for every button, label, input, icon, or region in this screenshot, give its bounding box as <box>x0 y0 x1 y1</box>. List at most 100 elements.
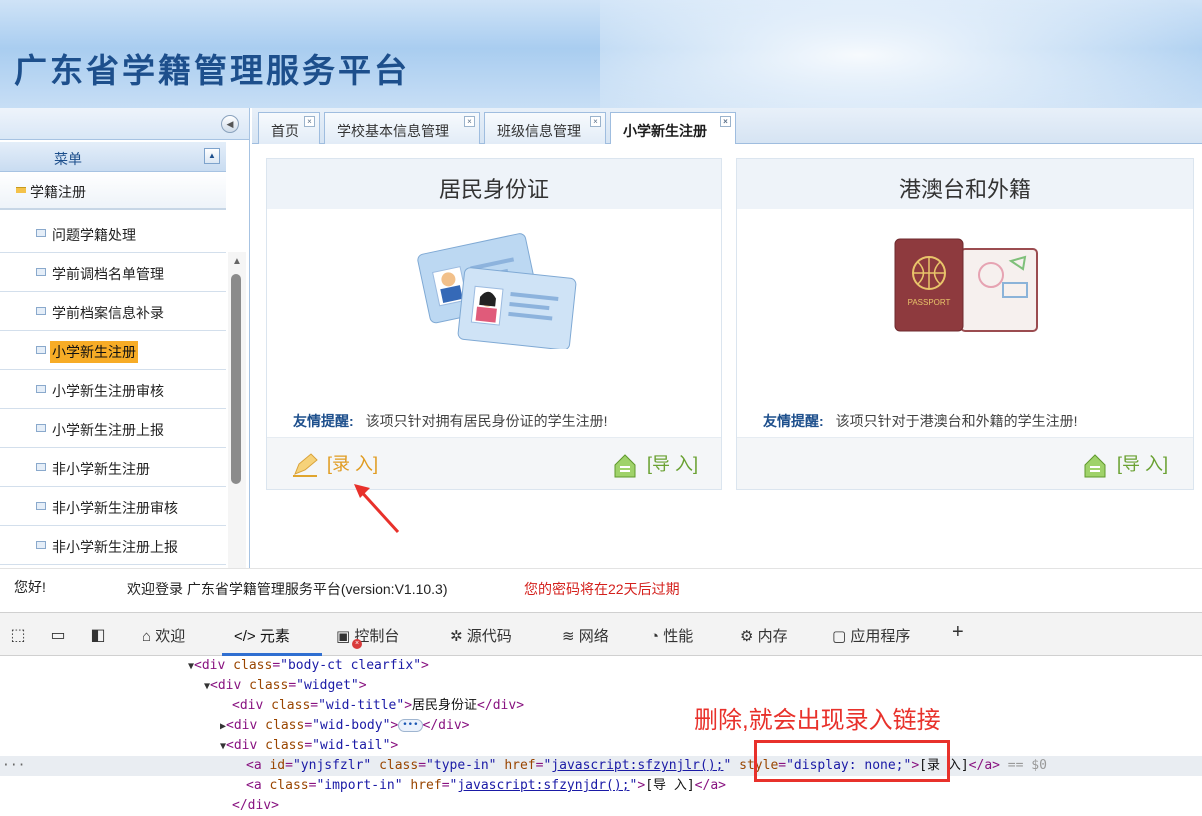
menu-item[interactable]: 问题学籍处理 <box>0 214 226 253</box>
dom-node[interactable]: <div class="wid-title">居民身份证</div> <box>0 696 1202 716</box>
tip-key: 友情提醒: <box>293 413 354 429</box>
tab-console[interactable]: ▣ 控制台 <box>336 625 399 646</box>
inspect-icon[interactable]: ⬚ <box>8 625 28 645</box>
page-icon <box>36 463 46 471</box>
tab-school-info[interactable]: 学校基本信息管理 × <box>324 112 480 144</box>
scroll-up-icon[interactable]: ▲ <box>232 256 242 267</box>
more-icon[interactable]: ··· <box>2 756 25 776</box>
card-tail: [导 入] <box>737 437 1193 489</box>
tip-text: 该项只针对拥有居民身份证的学生注册! <box>365 413 608 429</box>
page-icon <box>36 229 46 237</box>
page-icon <box>36 385 46 393</box>
dock-icon[interactable]: ◧ <box>88 625 108 645</box>
dom-node[interactable]: <a class="import-in" href="javascript:sf… <box>0 776 1202 796</box>
wifi-icon: ≋ <box>562 628 575 645</box>
id-card-icon <box>417 233 577 349</box>
gear-icon: ⚙ <box>740 628 754 645</box>
welcome-text: 欢迎登录 广东省学籍管理服务平台(version:V1.10.3) <box>127 581 448 597</box>
tab-home[interactable]: 首页 × <box>258 112 320 144</box>
card-title: 港澳台和外籍 <box>737 159 1193 209</box>
passport-text: PASSPORT <box>908 298 951 307</box>
tab-performance[interactable]: ◔ 性能 <box>650 625 693 646</box>
menu-item[interactable]: 非小学新生注册审核 <box>0 487 226 526</box>
menu-item-label: 学前档案信息补录 <box>52 305 164 321</box>
page-icon <box>36 346 46 354</box>
tab-class-info[interactable]: 班级信息管理 × <box>484 112 606 144</box>
menu-header[interactable]: 菜单 ▲ <box>0 142 226 172</box>
password-warning: 您的密码将在22天后过期 <box>524 581 680 597</box>
tab-network[interactable]: ≋ 网络 <box>562 625 609 646</box>
close-icon[interactable]: × <box>590 116 601 127</box>
tab-memory[interactable]: ⚙ 内存 <box>740 625 788 646</box>
menu-item[interactable]: 小学新生注册上报 <box>0 409 226 448</box>
dom-node[interactable]: ▶<div class="wid-body"> ••• </div> <box>0 716 1202 736</box>
annotation-arrow <box>354 484 400 534</box>
header-banner: 广东省学籍管理服务平台 <box>0 0 1202 108</box>
import-link[interactable]: [导 入] <box>611 450 698 479</box>
annotation-text: 删除,就会出现录入链接 <box>694 707 941 734</box>
import-link[interactable]: [导 入] <box>1081 450 1168 479</box>
sidebar-top: ◀ <box>0 108 249 140</box>
tip-text: 该项只针对于港澳台和外籍的学生注册! <box>835 413 1078 429</box>
tab-elements[interactable]: </> 元素 <box>234 625 290 646</box>
dom-node[interactable]: ▼<div class="widget"> <box>0 676 1202 696</box>
card-tail: [录 入] [导 入] <box>267 437 721 489</box>
close-icon[interactable]: × <box>720 116 731 127</box>
bug-icon: ✲ <box>450 628 463 645</box>
menu-item[interactable]: 非小学新生注册 <box>0 448 226 487</box>
devtools-toolbar: ⬚ ▭ ◧ ⌂ 欢迎 </> 元素 ▣ 控制台 × ✲ 源代码 ≋ 网络 ◔ 性… <box>0 612 1202 656</box>
expand-icon[interactable]: ••• <box>398 719 423 732</box>
page-icon <box>36 424 46 432</box>
dom-node[interactable]: ▼<div class="body-ct clearfix"> <box>0 656 1202 676</box>
menu-item-active[interactable]: 小学新生注册 <box>0 331 226 370</box>
tab-label: 源代码 <box>466 628 512 645</box>
status-bar: 您好! 欢迎登录 广东省学籍管理服务平台(version:V1.10.3) 您的… <box>0 568 1202 612</box>
scrollbar-thumb[interactable] <box>231 274 241 484</box>
menu-item[interactable]: 非小学新生注册上报 <box>0 526 226 565</box>
collapse-sidebar-icon[interactable]: ◀ <box>221 115 239 133</box>
tab-sources[interactable]: ✲ 源代码 <box>450 625 512 646</box>
page-icon <box>36 541 46 549</box>
menu-group-registration[interactable]: 学籍注册 <box>0 172 226 210</box>
dom-node[interactable]: ▼<div class="wid-tail"> <box>0 736 1202 756</box>
menu-item[interactable]: 小学新生注册审核 <box>0 370 226 409</box>
error-badge: × <box>352 639 362 649</box>
menu-group-label: 学籍注册 <box>30 184 86 200</box>
tab-primary-registration[interactable]: 小学新生注册 × <box>610 112 736 145</box>
card-overseas: 港澳台和外籍 PASSPORT 友情提醒: 该项只针对于港澳台和外籍的学生注册! … <box>736 158 1194 490</box>
menu-item-label: 小学新生注册审核 <box>52 383 164 399</box>
menu-item-label: 学前调档名单管理 <box>52 266 164 282</box>
tab-label: 元素 <box>259 628 290 645</box>
sidebar: ◀ 菜单 ▲ 学籍注册 问题学籍处理 学前调档名单管理 学前档案信息补录 小学新… <box>0 108 250 672</box>
tab-application[interactable]: ▢ 应用程序 <box>832 625 910 646</box>
import-link-label: [导 入] <box>1117 454 1169 474</box>
tab-label: 性能 <box>663 628 694 645</box>
close-icon[interactable]: × <box>304 116 315 127</box>
import-icon <box>614 454 636 478</box>
tab-welcome[interactable]: ⌂ 欢迎 <box>142 625 185 646</box>
menu-item[interactable]: 学前调档名单管理 <box>0 253 226 292</box>
add-tab-button[interactable]: + <box>952 621 964 644</box>
menu-item-label: 小学新生注册上报 <box>52 422 164 438</box>
menu-item-label: 非小学新生注册审核 <box>52 500 178 516</box>
dom-node-selected[interactable]: ··· <a id="ynjsfzlr" class="type-in" href… <box>0 756 1202 776</box>
passport-icon: PASSPORT <box>894 238 1038 332</box>
page-icon <box>36 307 46 315</box>
menu-item[interactable]: 学前档案信息补录 <box>0 292 226 331</box>
menu-item-label: 小学新生注册 <box>50 341 138 363</box>
console-icon: ▣ <box>336 628 351 645</box>
card-tip: 友情提醒: 该项只针对于港澳台和外籍的学生注册! <box>763 411 1078 431</box>
device-icon[interactable]: ▭ <box>48 625 68 645</box>
elements-panel: ▼<div class="body-ct clearfix"> ▼<div cl… <box>0 656 1202 813</box>
tab-label: 学校基本信息管理 <box>337 123 449 139</box>
card-title: 居民身份证 <box>267 159 721 209</box>
tab-label: 班级信息管理 <box>497 123 581 139</box>
dom-node[interactable]: </div> <box>0 796 1202 816</box>
menu-item-label: 问题学籍处理 <box>52 227 136 243</box>
tab-bar: 首页 × 学校基本信息管理 × 班级信息管理 × 小学新生注册 × <box>252 108 1202 145</box>
app-icon: ▢ <box>832 628 847 645</box>
import-icon <box>1084 454 1106 478</box>
collapse-menu-icon[interactable]: ▲ <box>204 148 220 164</box>
import-link-label: [导 入] <box>647 454 699 474</box>
close-icon[interactable]: × <box>464 116 475 127</box>
